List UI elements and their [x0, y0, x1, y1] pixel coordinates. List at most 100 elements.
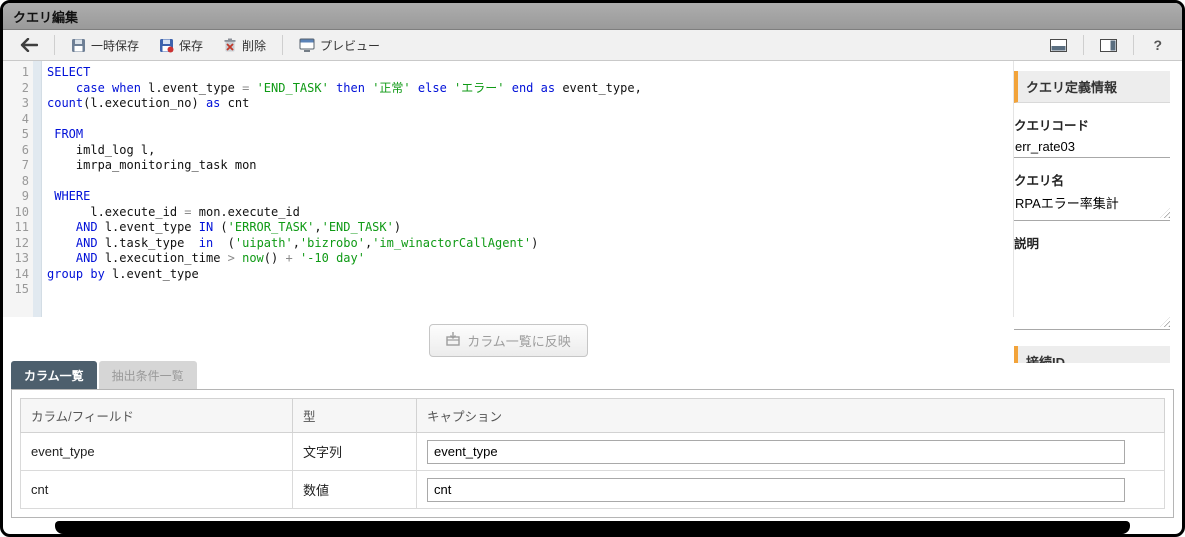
line-number: 8	[3, 174, 29, 190]
code-token: imrpa_monitoring_task mon	[47, 158, 257, 172]
code-token: '-10 day'	[300, 251, 365, 265]
line-number: 6	[3, 143, 29, 159]
code-token: l.task_type	[98, 236, 199, 250]
main-row: 123456789101112131415 SELECT case when l…	[3, 61, 1182, 363]
code-token: )	[531, 236, 538, 250]
code-token	[533, 81, 540, 95]
reflect-row: カラム一覧に反映	[3, 317, 1014, 363]
reflect-columns-icon	[446, 332, 460, 349]
code-token: case	[76, 81, 105, 95]
save-button[interactable]: 保存	[150, 34, 212, 57]
code-token: WHERE	[54, 189, 90, 203]
code-token: AND	[76, 220, 98, 234]
columns-table-body: event_type文字列cnt数値	[21, 433, 1165, 509]
bottom-panel: カラム一覧 抽出条件一覧 カラム/フィールド 型 キャプション event_ty…	[3, 363, 1182, 518]
back-button[interactable]	[11, 35, 47, 55]
temp-save-button[interactable]: 一時保存	[62, 34, 148, 57]
code-line	[47, 112, 1013, 128]
toolbar-separator	[282, 35, 283, 55]
code-token	[47, 220, 76, 234]
preview-icon	[299, 38, 315, 53]
code-token	[105, 81, 112, 95]
delete-icon	[223, 38, 237, 53]
code-token: )	[394, 220, 401, 234]
header-type: 型	[293, 399, 417, 433]
line-number: 3	[3, 96, 29, 112]
cell-type: 文字列	[293, 433, 417, 471]
preview-button[interactable]: プレビュー	[290, 34, 389, 57]
cell-caption	[417, 471, 1165, 509]
code-token: 'ERROR_TASK'	[228, 220, 315, 234]
code-token: AND	[76, 236, 98, 250]
line-number: 15	[3, 282, 29, 298]
cell-field: event_type	[21, 433, 293, 471]
code-token: >	[228, 251, 235, 265]
toolbar-separator	[1133, 35, 1134, 55]
code-token: as	[206, 96, 220, 110]
line-number: 14	[3, 267, 29, 283]
toggle-right-panel-button[interactable]	[1091, 36, 1126, 55]
reflect-columns-button[interactable]: カラム一覧に反映	[429, 324, 588, 357]
description-textarea[interactable]	[1014, 254, 1170, 330]
sql-editor[interactable]: 123456789101112131415 SELECT case when l…	[3, 61, 1014, 317]
code-token	[504, 81, 511, 95]
code-line: AND l.execution_time > now() + '-10 day'	[47, 251, 1013, 267]
tab-extraction-conditions[interactable]: 抽出条件一覧	[99, 361, 197, 389]
query-edit-window: クエリ編集 一時保存 保存 削除	[0, 0, 1185, 537]
code-token: 'END_TASK'	[257, 81, 329, 95]
code-line	[47, 174, 1013, 190]
cell-type: 数値	[293, 471, 417, 509]
sidebar-gap	[1014, 330, 1170, 346]
toggle-bottom-panel-button[interactable]	[1041, 36, 1076, 55]
code-token: as	[541, 81, 555, 95]
code-token: AND	[76, 251, 98, 265]
code-token: 'bizrobo'	[300, 236, 365, 250]
tabs-row: カラム一覧 抽出条件一覧	[3, 363, 1182, 389]
code-token: 'im_winactorCallAgent'	[372, 236, 531, 250]
code-line: case when l.event_type = 'END_TASK' then…	[47, 81, 1013, 97]
code-token	[249, 81, 256, 95]
code-line: imld_log l,	[47, 143, 1013, 159]
query-definition-sidebar: クエリ定義情報 クエリコード クエリ名 RPAエラー率集計 説明 接続ID	[1014, 61, 1182, 363]
code-token: group	[47, 267, 83, 281]
code-token	[329, 81, 336, 95]
code-token: 'uipath'	[235, 236, 293, 250]
code-lines[interactable]: SELECT case when l.event_type = 'END_TAS…	[42, 61, 1013, 317]
code-line: WHERE	[47, 189, 1013, 205]
query-code-input[interactable]	[1014, 136, 1170, 158]
code-token: (l.execution_no)	[83, 96, 206, 110]
help-button[interactable]: ?	[1141, 34, 1174, 56]
fold-gutter	[33, 61, 42, 317]
caption-input[interactable]	[427, 440, 1125, 464]
code-token: 'エラー'	[454, 81, 504, 95]
code-token: mon.execute_id	[192, 205, 300, 219]
query-name-textarea[interactable]: RPAエラー率集計	[1014, 191, 1170, 221]
query-name-label: クエリ名	[1014, 170, 1170, 189]
line-number: 12	[3, 236, 29, 252]
code-token: when	[112, 81, 141, 95]
code-token: 'END_TASK'	[322, 220, 394, 234]
code-token: now	[242, 251, 264, 265]
bottom-bar	[55, 521, 1130, 534]
code-line: SELECT	[47, 65, 1013, 81]
code-token: (	[213, 236, 235, 250]
delete-button[interactable]: 削除	[214, 34, 275, 57]
code-token: count	[47, 96, 83, 110]
page-title: クエリ編集	[13, 7, 78, 26]
table-row: event_type文字列	[21, 433, 1165, 471]
back-icon	[20, 38, 38, 52]
save-icon	[159, 38, 174, 53]
caption-input[interactable]	[427, 478, 1125, 502]
tab-column-list[interactable]: カラム一覧	[11, 361, 97, 389]
table-row: cnt数値	[21, 471, 1165, 509]
code-token: l.event_type	[105, 267, 199, 281]
code-token: ()	[264, 251, 286, 265]
code-line: FROM	[47, 127, 1013, 143]
connection-id-header: 接続ID	[1014, 346, 1170, 363]
line-number: 7	[3, 158, 29, 174]
code-token	[447, 81, 454, 95]
code-line	[47, 282, 1013, 298]
code-token: IN	[199, 220, 213, 234]
editor-pane: 123456789101112131415 SELECT case when l…	[3, 61, 1014, 363]
code-token	[293, 251, 300, 265]
